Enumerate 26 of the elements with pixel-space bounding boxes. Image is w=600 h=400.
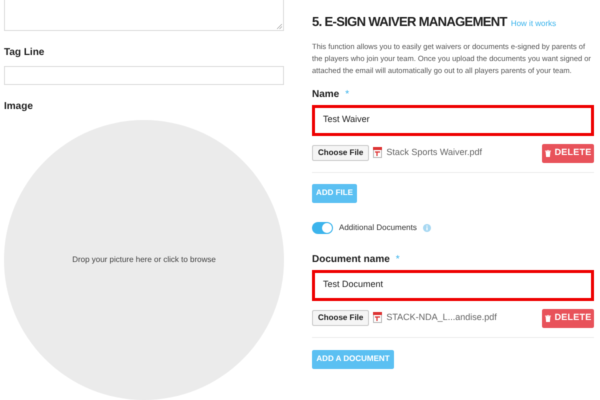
text-area[interactable] <box>4 0 284 32</box>
delete-button[interactable]: DELETE <box>542 144 594 162</box>
pdf-file-icon <box>373 147 382 158</box>
choose-file-button[interactable]: Choose File <box>312 310 370 326</box>
choose-file-button[interactable]: Choose File <box>312 144 370 160</box>
text-field[interactable]: Test Document <box>312 270 594 300</box>
field-label: Document name <box>312 252 390 266</box>
pdf-file-icon <box>373 312 382 323</box>
delete-button[interactable]: DELETE <box>542 308 594 328</box>
field-label: Image <box>4 100 34 114</box>
tag-line-field[interactable] <box>4 66 284 85</box>
required-asterisk: * <box>345 88 350 102</box>
resize-handle-icon <box>277 24 282 30</box>
toggle-label: Additional Documents <box>339 222 417 234</box>
section-title: 5. E-SIGN WAIVER MANAGEMENT <box>312 13 507 31</box>
trash-icon <box>544 150 551 156</box>
text-field[interactable]: Test Waiver <box>312 104 594 136</box>
file-name: STACK-NDA_L...andise.pdf <box>386 310 497 324</box>
info-icon <box>422 224 431 232</box>
field-label: Tag Line <box>4 46 46 60</box>
image-drop-zone[interactable]: Drop your picture here or click to browse <box>4 120 284 400</box>
file-name: Stack Sports Waiver.pdf <box>386 146 482 159</box>
trash-icon <box>544 314 551 322</box>
field-label: Name <box>312 88 340 102</box>
toggle-switch[interactable] <box>312 222 333 234</box>
required-asterisk: * <box>396 252 400 266</box>
